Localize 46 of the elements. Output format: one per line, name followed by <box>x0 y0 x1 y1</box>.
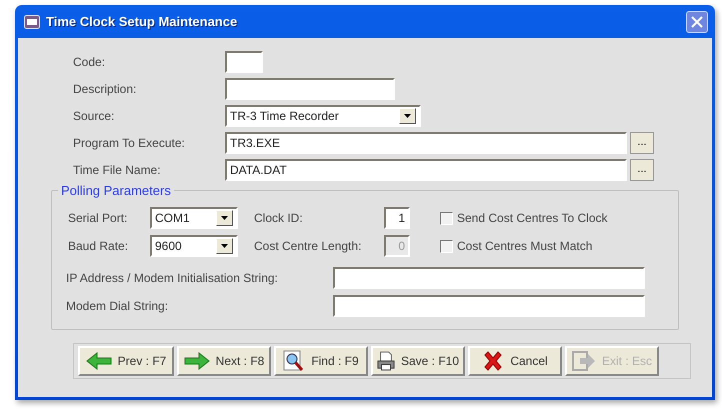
window-title: Time Clock Setup Maintenance <box>46 14 238 29</box>
group-title: Polling Parameters <box>60 183 172 198</box>
left-arrow-icon <box>86 352 112 370</box>
field-label: Baud Rate: <box>68 239 130 253</box>
toolbar-button[interactable]: Cancel <box>468 346 562 376</box>
input-field[interactable] <box>225 78 395 100</box>
toolbar-button[interactable]: Find : F9 <box>274 346 368 376</box>
magnifier-icon <box>283 350 306 372</box>
exit-icon <box>572 351 596 371</box>
browse-button[interactable]: ... <box>630 132 654 154</box>
printer-icon <box>377 350 395 372</box>
right-arrow-icon <box>184 352 210 370</box>
field-label: Modem Dial String: <box>66 299 170 313</box>
source-dropdown[interactable]: TR-3 Time Recorder <box>225 104 421 126</box>
browse-button[interactable]: ... <box>630 158 654 180</box>
field-label: Serial Port: <box>68 211 128 225</box>
input-field[interactable]: DATA.DAT <box>225 158 627 180</box>
field-label: Time File Name: <box>73 162 162 176</box>
field-label: Cost Centre Length: <box>254 239 362 253</box>
caret-icon <box>221 216 228 220</box>
field-label: Program To Execute: <box>73 136 186 150</box>
caret-icon <box>221 244 228 248</box>
toolbar-button[interactable]: Save : F10 <box>371 346 465 376</box>
close-icon <box>691 16 703 28</box>
checkbox[interactable] <box>440 212 453 224</box>
field-label: Code: <box>73 54 106 68</box>
close-button[interactable] <box>686 10 708 32</box>
caret-icon <box>404 114 411 118</box>
input-field[interactable] <box>333 267 645 289</box>
field-label: IP Address / Modem Initialisation String: <box>66 271 279 285</box>
checkbox[interactable] <box>440 240 453 252</box>
field-label: Clock ID: <box>254 211 304 225</box>
input-field[interactable] <box>333 295 645 317</box>
field-label: Description: <box>73 82 138 96</box>
baud-rate-dropdown[interactable]: 9600 <box>150 235 238 257</box>
checkbox-label: Cost Centres Must Match <box>457 239 592 253</box>
input-field[interactable]: TR3.EXE <box>225 132 627 154</box>
serial-port-dropdown[interactable]: COM1 <box>150 207 238 229</box>
cross-icon <box>482 350 504 372</box>
input-field[interactable]: 1 <box>384 207 410 229</box>
app-icon <box>24 14 40 28</box>
checkbox-label: Send Cost Centres To Clock <box>457 211 608 225</box>
input-field[interactable] <box>225 50 263 72</box>
field-label: Source: <box>73 108 116 122</box>
toolbar-button[interactable]: Next : F8 <box>177 346 271 376</box>
toolbar-button[interactable]: Prev : F7 <box>78 346 174 376</box>
